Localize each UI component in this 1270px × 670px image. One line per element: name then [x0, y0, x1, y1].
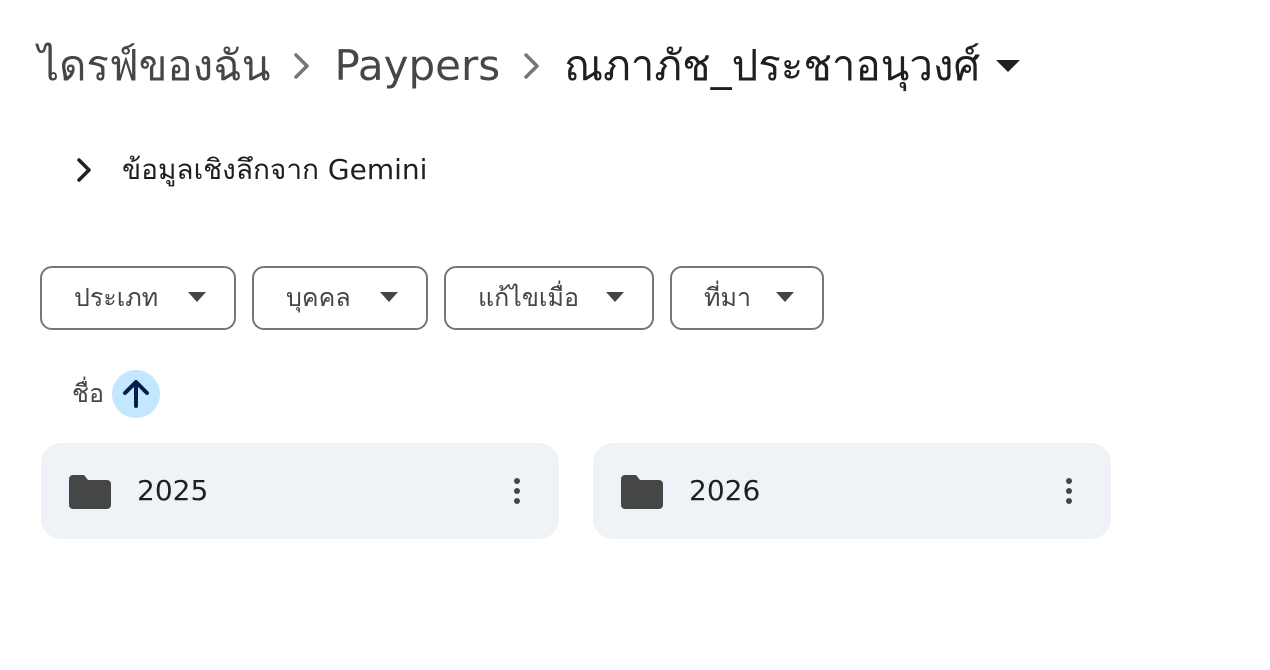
filter-chip-label: บุคคล [286, 283, 351, 312]
folder-tile[interactable]: 2026 [593, 443, 1111, 539]
filter-chip-modified[interactable]: แก้ไขเมื่อ [444, 266, 654, 330]
filter-chip-label: ที่มา [704, 283, 751, 312]
breadcrumb-my-drive[interactable]: ไดรฟ์ของฉัน [38, 36, 270, 96]
folder-name: 2025 [137, 474, 209, 507]
more-vert-icon[interactable] [1045, 467, 1093, 515]
chevron-right-icon [66, 146, 102, 194]
gemini-insights-label: ข้อมูลเชิงลึกจาก Gemini [122, 153, 428, 186]
folder-icon [621, 475, 663, 509]
filter-chip-source[interactable]: ที่มา [670, 266, 824, 330]
filter-chip-label: ประเภท [74, 283, 159, 312]
arrow-up-icon [122, 379, 150, 409]
breadcrumb-current-label: ณภาภัช_ประชาอนุวงศ์ [564, 41, 981, 90]
sort-row: ชื่อ [72, 370, 160, 418]
caret-down-icon [996, 60, 1021, 72]
caret-down-icon [380, 292, 398, 302]
caret-down-icon [776, 292, 794, 302]
filter-chip-label: แก้ไขเมื่อ [478, 283, 579, 312]
sort-by-name-label[interactable]: ชื่อ [72, 374, 104, 414]
drive-folder-view: ไดรฟ์ของฉัน Paypers ณภาภัช_ประชาอนุวงศ์ … [0, 0, 1270, 670]
caret-down-icon [606, 292, 624, 302]
gemini-insights-toggle[interactable]: ข้อมูลเชิงลึกจาก Gemini [66, 146, 427, 194]
chevron-right-icon [500, 36, 564, 96]
sort-direction-button[interactable] [111, 370, 160, 418]
breadcrumb: ไดรฟ์ของฉัน Paypers ณภาภัช_ประชาอนุวงศ์ [38, 36, 1021, 96]
caret-down-icon [188, 292, 206, 302]
breadcrumb-paypers[interactable]: Paypers [334, 36, 500, 96]
chevron-right-icon [270, 36, 334, 96]
filter-chip-type[interactable]: ประเภท [40, 266, 236, 330]
breadcrumb-current-folder[interactable]: ณภาภัช_ประชาอนุวงศ์ [564, 36, 1021, 96]
more-vert-icon[interactable] [493, 467, 541, 515]
folder-name: 2026 [689, 474, 761, 507]
folder-icon [69, 475, 111, 509]
filter-chip-people[interactable]: บุคคล [252, 266, 428, 330]
folder-tile[interactable]: 2025 [41, 443, 559, 539]
